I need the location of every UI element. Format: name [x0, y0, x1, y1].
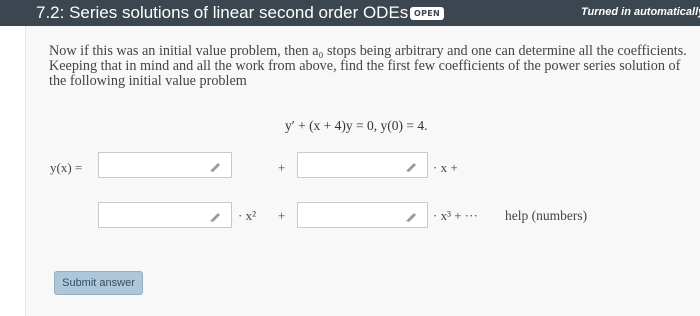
pencil-icon — [210, 163, 220, 172]
plus-sign: + — [278, 160, 286, 175]
term-x3-suffix: · x³ + ··· — [433, 208, 478, 223]
term-x-suffix: · x + — [433, 160, 458, 175]
y-label: y(x) = — [50, 160, 83, 175]
coefficient-c3-field[interactable] — [297, 202, 428, 228]
pencil-icon — [406, 213, 416, 222]
coefficient-c0-field[interactable] — [98, 152, 232, 178]
coefficient-c1-field[interactable] — [297, 152, 428, 178]
coefficient-c2-field[interactable] — [98, 202, 232, 228]
submit-answer-button[interactable]: Submit answer — [54, 271, 143, 295]
problem-equation: y′ + (x + 4)y = 0, y(0) = 4. — [285, 118, 428, 133]
term-x2-suffix: · x² — [238, 208, 256, 223]
open-badge: OPEN — [410, 7, 445, 20]
status-text: Turned in automatically whe — [581, 6, 700, 18]
plus-sign: + — [278, 208, 286, 223]
pencil-icon — [406, 163, 416, 172]
page-title: 7.2: Series solutions of linear second o… — [36, 3, 409, 22]
help-link[interactable]: help (numbers) — [505, 208, 587, 224]
problem-intro: Now if this was an initial value problem… — [49, 43, 687, 89]
header-bar: 7.2: Series solutions of linear second o… — [0, 0, 700, 26]
pencil-icon — [210, 213, 220, 222]
